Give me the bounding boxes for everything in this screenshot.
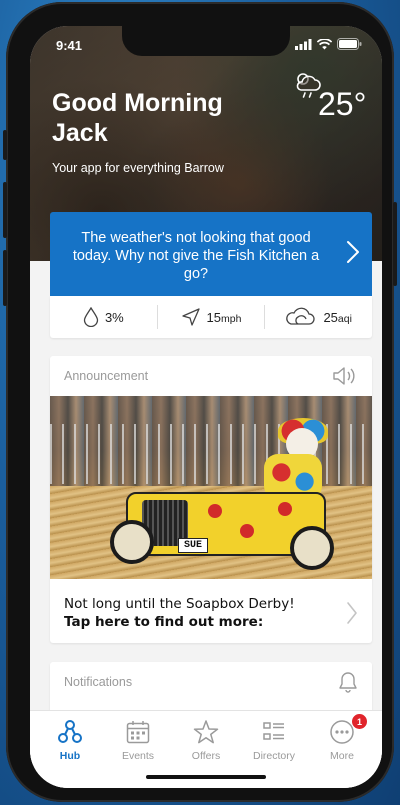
hub-icon [58, 720, 82, 743]
kart-wheel [290, 526, 334, 570]
chevron-right-icon [347, 241, 359, 263]
announcement-link[interactable]: Tap here to find out more: [64, 613, 295, 631]
kart-wheel [110, 520, 154, 564]
mute-switch [3, 130, 7, 160]
weather-suggestion-card[interactable]: The weather's not looking that good toda… [50, 212, 372, 296]
air-quality-unit: aqi [337, 312, 352, 325]
wind-direction-icon [181, 308, 200, 326]
speaker-icon [333, 367, 355, 385]
wifi-icon [317, 38, 332, 49]
home-indicator [146, 775, 266, 779]
wind-value: 15 [206, 309, 222, 325]
kart-number-plate: SUE [178, 538, 209, 553]
tab-events-label: Events [121, 750, 155, 762]
temperature-value: 25° [318, 86, 367, 122]
volume-down-button [3, 250, 7, 306]
greeting-title: Good Morning Jack [52, 89, 223, 147]
app-subtitle: Your app for everything Barrow [52, 161, 224, 175]
screen: 9:41 Good Morning Jack Your app for ever… [30, 26, 382, 788]
battery-icon [337, 38, 362, 50]
cloud-icon [286, 307, 316, 325]
tab-directory-label: Directory [252, 750, 295, 762]
power-button [393, 202, 397, 286]
soapbox-derby-image: SUE [50, 396, 372, 579]
raindrop-icon [83, 307, 99, 327]
weather-stats-row: 3% 15mph 25aqi [50, 296, 372, 338]
announcement-card[interactable]: Announcement SUE Not long until the Soap… [50, 356, 372, 643]
star-icon [193, 720, 219, 744]
volume-up-button [3, 182, 7, 238]
tab-more-label: More [330, 750, 354, 762]
more-icon [330, 720, 354, 744]
notification-badge: 1 [352, 714, 367, 729]
air-quality-value: 25 [323, 309, 338, 325]
status-time: 9:41 [56, 38, 83, 53]
notifications-title: Notifications [64, 675, 133, 689]
tab-offers-label: Offers [191, 750, 221, 762]
calendar-icon [126, 721, 150, 744]
tab-hub[interactable]: Hub [36, 711, 104, 788]
wind-stat: 15mph [156, 305, 265, 329]
notifications-header: Notifications [50, 662, 372, 702]
notch [122, 26, 290, 56]
weather-suggestion-text: The weather's not looking that good toda… [72, 230, 320, 282]
air-quality-stat: 25aqi [264, 305, 372, 329]
precipitation-stat: 3% [50, 305, 157, 329]
status-icons [295, 38, 362, 50]
announcement-header: Announcement [50, 356, 372, 396]
announcement-body: Not long until the Soapbox Derby! Tap he… [50, 579, 372, 643]
tab-hub-label: Hub [59, 750, 81, 762]
chevron-right-icon [347, 602, 357, 624]
phone-frame: 9:41 Good Morning Jack Your app for ever… [3, 2, 397, 802]
tab-more[interactable]: 1 More [308, 711, 376, 788]
announcement-text: Not long until the Soapbox Derby! [64, 596, 295, 612]
announcement-title: Announcement [64, 369, 149, 383]
signal-icon [295, 38, 312, 50]
precipitation-value: 3% [104, 309, 124, 325]
bell-icon [339, 672, 357, 693]
list-icon [263, 722, 284, 740]
wind-unit: mph [221, 312, 242, 325]
